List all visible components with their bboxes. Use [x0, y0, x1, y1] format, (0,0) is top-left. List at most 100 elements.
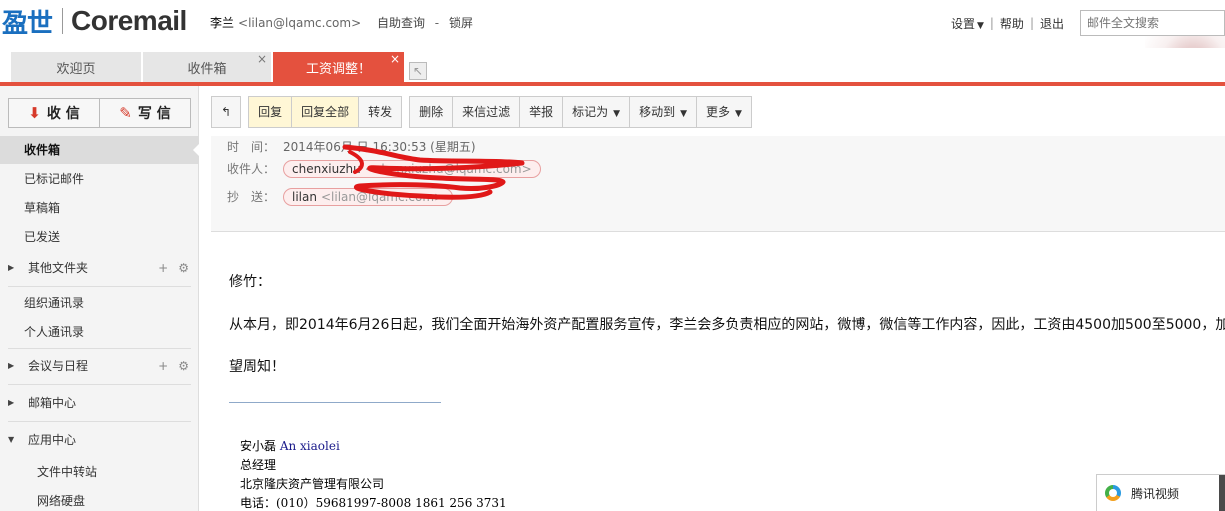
receive-button[interactable]: ⬇ 收 信 — [9, 99, 99, 127]
divider — [8, 348, 191, 349]
sidebar-item-sent[interactable]: 已发送 — [0, 223, 199, 251]
triangle-right-icon: ▶ — [8, 263, 15, 272]
sidebar-item-inbox[interactable]: 收件箱 — [0, 136, 200, 164]
triangle-down-icon: ▼ — [8, 435, 15, 444]
signature-divider — [229, 402, 441, 403]
divider — [8, 286, 191, 287]
message-header: 时 间： 2014年06月 日 16:30:53 (星期五) 收件人： chenxi… — [211, 136, 1225, 232]
delete-button[interactable]: 删除 — [409, 96, 454, 128]
triangle-right-icon: ▶ — [8, 398, 15, 407]
gear-icon[interactable]: ⚙ — [178, 261, 189, 275]
chevron-down-icon: ▼ — [976, 20, 984, 31]
sidebar-item-file-transfer[interactable]: 文件中转站 — [0, 458, 199, 486]
user-email: <lilan@lqamc.com> — [238, 16, 362, 30]
tab-label: 欢迎页 — [56, 61, 96, 77]
more-dropdown[interactable]: 更多 ▼ — [697, 96, 752, 128]
time-label: 时 间： — [227, 140, 276, 154]
logout-link[interactable]: 退出 — [1034, 15, 1070, 32]
close-icon[interactable]: × — [257, 53, 267, 65]
logo: 盈世 Coremail — [2, 4, 187, 39]
top-header: 盈世 Coremail 李兰 <lilan@lqamc.com> 自助查询 - 锁… — [0, 0, 1225, 82]
triangle-right-icon: ▶ — [8, 361, 15, 370]
move-to-dropdown[interactable]: 移动到 ▼ — [630, 96, 698, 128]
help-link[interactable]: 帮助 — [994, 15, 1030, 32]
tab-salary-adjustment[interactable]: 工资调整！ × — [273, 52, 404, 82]
self-service-link[interactable]: 自助查询 — [377, 16, 425, 30]
user-name: 李兰 — [210, 16, 235, 30]
tab-welcome[interactable]: 欢迎页 — [11, 52, 141, 82]
user-info: 李兰 <lilan@lqamc.com> 自助查询 - 锁屏 — [210, 14, 473, 31]
filter-button[interactable]: 来信过滤 — [453, 96, 521, 128]
group-label: 邮箱中心 — [28, 396, 77, 410]
cc-name: lilan — [292, 190, 317, 204]
tab-bar: 欢迎页 收件箱 × 工资调整！ × ↖ — [0, 48, 1225, 84]
chevron-down-icon: ▼ — [735, 109, 742, 119]
group-label: 会议与日程 — [28, 359, 89, 373]
cc-chip[interactable]: lilan <lilan@lqamc.com> — [283, 188, 454, 206]
back-button[interactable]: ↰ — [211, 96, 242, 128]
cc-email: <lilan@lqamc.com> — [320, 190, 445, 204]
divider — [8, 384, 191, 385]
sidebar-group-mail-center[interactable]: ▶ 邮箱中心 — [0, 389, 199, 417]
popup-scrollbar — [1219, 475, 1225, 511]
time-row: 时 间： 2014年06月 日 16:30:53 (星期五) — [227, 138, 476, 155]
recipient-name: chenxiuzhu — [292, 162, 361, 176]
sidebar-group-meetings[interactable]: ▶ 会议与日程 + ⚙ — [0, 352, 199, 380]
signature-name: 安小磊 An xiaolei — [240, 437, 340, 454]
expand-tab-icon[interactable]: ↖ — [409, 62, 427, 80]
sidebar-item-net-disk[interactable]: 网络硬盘 — [0, 487, 199, 511]
tab-label: 收件箱 — [187, 61, 227, 77]
closing: 望周知！ — [229, 359, 285, 375]
download-icon: ⬇ — [28, 104, 41, 122]
sidebar: ⬇ 收 信 ✎ 写 信 收件箱 已标记邮件 草稿箱 已发送 ▶ 其他文件夹 + ⚙ 组… — [0, 86, 200, 511]
mail-toolbar: ↰ 回复 回复全部 转发 删除 来信过滤 举报 标记为 ▼ 移动到 ▼ 更多 ▼ — [211, 96, 759, 128]
recipient-chip[interactable]: chenxiuzhu <chenxiuzhu@lqamc.com> — [283, 160, 541, 178]
settings-menu[interactable]: 设置 ▼ — [945, 15, 990, 32]
sidebar-item-drafts[interactable]: 草稿箱 — [0, 194, 199, 222]
sidebar-item-org-contacts[interactable]: 组织通讯录 — [0, 289, 199, 317]
mail-window: 盈世 Coremail 李兰 <lilan@lqamc.com> 自助查询 - 锁… — [0, 0, 1225, 511]
recipient-email: <chenxiuzhu@lqamc.com> — [364, 162, 532, 176]
add-icon[interactable]: + — [158, 359, 168, 373]
pencil-icon: ✎ — [119, 104, 132, 122]
receive-label: 收 信 — [46, 106, 80, 122]
add-icon[interactable]: + — [158, 261, 168, 275]
mark-as-dropdown[interactable]: 标记为 ▼ — [563, 96, 631, 128]
sidebar-group-app-center[interactable]: ▼ 应用中心 — [0, 426, 199, 454]
gear-icon[interactable]: ⚙ — [178, 359, 189, 373]
tab-inbox[interactable]: 收件箱 × — [143, 52, 271, 82]
close-icon[interactable]: × — [390, 53, 400, 65]
header-actions: 设置 ▼ | 帮助 | 退出 — [945, 10, 1225, 36]
signature-title: 总经理 — [240, 458, 277, 472]
group-tools: + ⚙ — [148, 254, 189, 282]
body-paragraph: 从本月，即2014年6月26日起，我们全面开始海外资产配置服务宣传，李兰会多负责… — [229, 317, 1225, 333]
recipient-row: 收件人： chenxiuzhu <chenxiuzhu@lqamc.com> — [227, 160, 541, 178]
tencent-video-popup[interactable]: 腾讯视频 — [1096, 474, 1225, 511]
compose-bar: ⬇ 收 信 ✎ 写 信 — [8, 98, 191, 128]
sidebar-item-flagged[interactable]: 已标记邮件 — [0, 165, 199, 193]
lock-screen-link[interactable]: 锁屏 — [449, 16, 473, 30]
back-arrow-icon: ↰ — [221, 105, 232, 119]
search-input[interactable] — [1080, 10, 1225, 36]
signature-name-en: An xiaolei — [279, 439, 340, 453]
mark-as-label: 标记为 — [572, 105, 609, 119]
logo-cn: 盈世 — [2, 8, 53, 39]
move-to-label: 移动到 — [639, 105, 676, 119]
settings-label: 设置 — [950, 16, 975, 31]
compose-button[interactable]: ✎ 写 信 — [99, 99, 190, 127]
sidebar-item-personal-contacts[interactable]: 个人通讯录 — [0, 318, 199, 346]
chevron-down-icon: ▼ — [613, 109, 621, 119]
forward-button[interactable]: 转发 — [359, 96, 403, 128]
reply-all-button[interactable]: 回复全部 — [292, 96, 360, 128]
reply-button[interactable]: 回复 — [248, 96, 293, 128]
logo-divider — [62, 8, 64, 34]
time-value: 2014年06月 日 16:30:53 (星期五) — [283, 140, 476, 154]
signature-company: 北京隆庆资产管理有限公司 — [240, 477, 385, 491]
chevron-down-icon: ▼ — [680, 109, 688, 119]
message-body: 修竹： 从本月，即2014年6月26日起，我们全面开始海外资产配置服务宣传，李兰… — [229, 232, 1225, 511]
report-button[interactable]: 举报 — [520, 96, 564, 128]
cc-label: 抄 送： — [227, 190, 276, 204]
group-label: 其他文件夹 — [28, 261, 89, 275]
group-tools: + ⚙ — [148, 352, 189, 380]
sidebar-group-other-folders[interactable]: ▶ 其他文件夹 + ⚙ — [0, 254, 199, 282]
